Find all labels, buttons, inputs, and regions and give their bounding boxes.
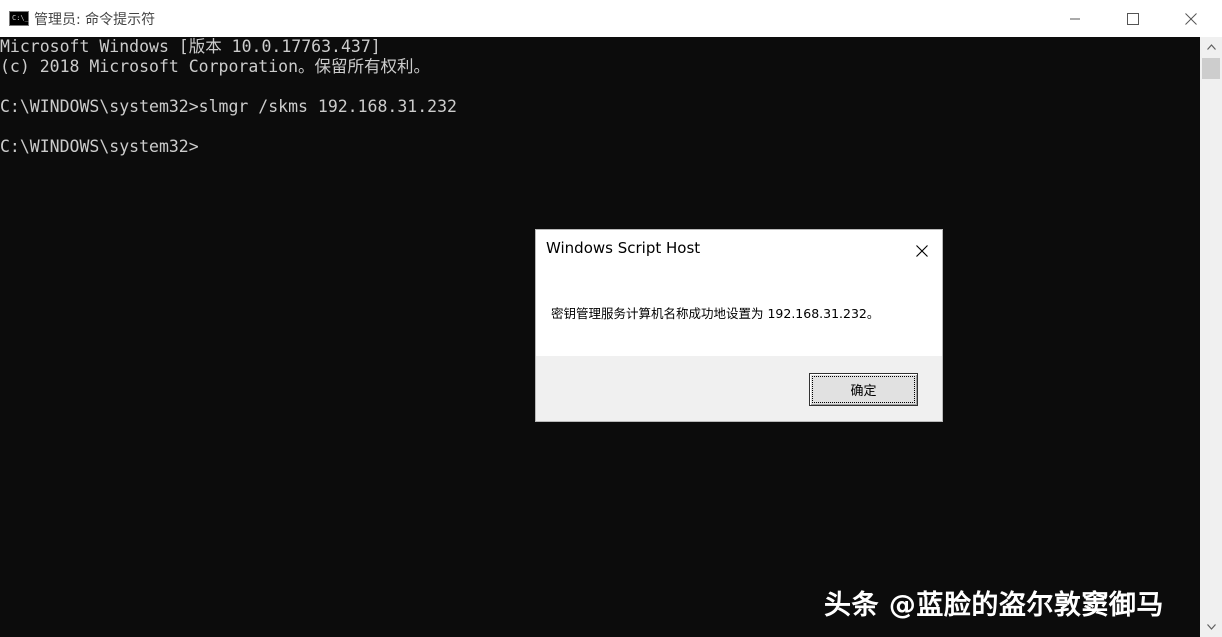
close-icon bbox=[1185, 12, 1197, 25]
message-dialog: Windows Script Host 密钥管理服务计算机名称成功地设置为 19… bbox=[535, 229, 943, 422]
console-line: Microsoft Windows [版本 10.0.17763.437] bbox=[0, 37, 381, 56]
console-prompt-line: C:\WINDOWS\system32> bbox=[0, 137, 199, 156]
minimize-button[interactable] bbox=[1046, 0, 1104, 37]
dialog-title: Windows Script Host bbox=[546, 239, 701, 257]
scroll-up-button[interactable] bbox=[1200, 37, 1222, 57]
dialog-message: 密钥管理服务计算机名称成功地设置为 192.168.31.232。 bbox=[551, 306, 880, 321]
maximize-icon bbox=[1127, 12, 1139, 25]
title-bar[interactable]: C:\_ 管理员: 命令提示符 bbox=[0, 0, 1222, 37]
maximize-button[interactable] bbox=[1104, 0, 1162, 37]
chevron-down-icon bbox=[1206, 624, 1216, 630]
scroll-down-button[interactable] bbox=[1200, 617, 1222, 637]
close-button[interactable] bbox=[1162, 0, 1220, 37]
ok-button[interactable]: 确定 bbox=[809, 373, 918, 406]
window-title: 管理员: 命令提示符 bbox=[34, 12, 156, 28]
dialog-footer: 确定 bbox=[536, 356, 942, 421]
minimize-icon bbox=[1070, 18, 1080, 19]
chevron-up-icon bbox=[1206, 44, 1216, 50]
close-icon bbox=[916, 245, 928, 257]
vertical-scrollbar[interactable] bbox=[1200, 37, 1222, 637]
dialog-close-button[interactable] bbox=[906, 237, 938, 265]
console-line: C:\WINDOWS\system32>slmgr /skms 192.168.… bbox=[0, 97, 457, 116]
watermark-text: 头条 @蓝脸的盗尔敦窦御马 bbox=[824, 590, 1164, 621]
console-line: (c) 2018 Microsoft Corporation。保留所有权利。 bbox=[0, 57, 431, 76]
scroll-thumb[interactable] bbox=[1202, 58, 1220, 79]
cmd-app-icon: C:\_ bbox=[9, 11, 29, 26]
